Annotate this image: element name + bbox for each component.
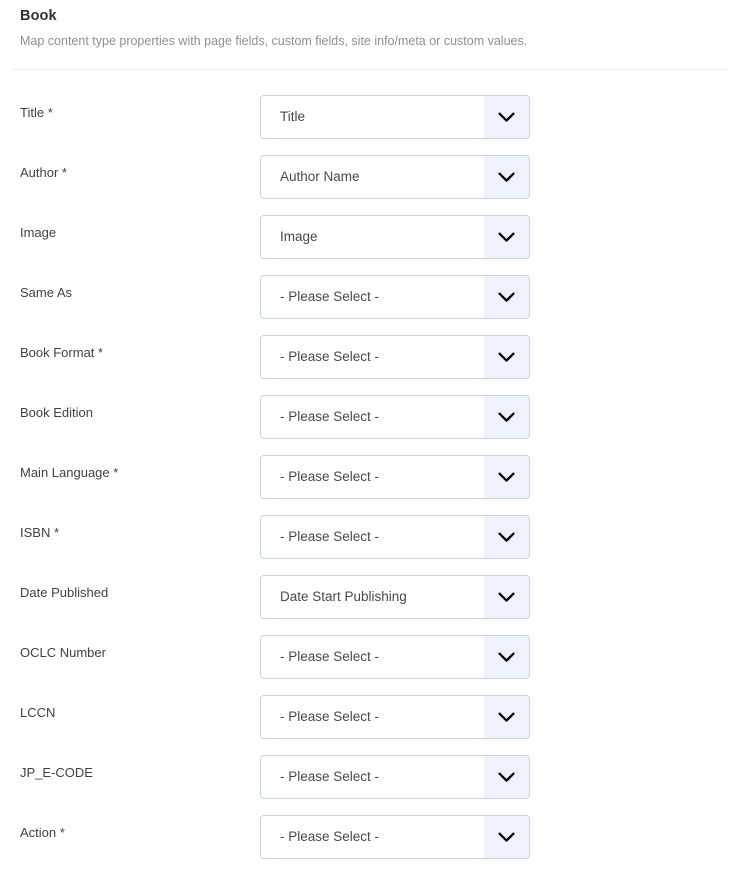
select-value-same-as: - Please Select -: [261, 276, 484, 318]
select-title[interactable]: Title: [260, 95, 530, 139]
field-label-date-published: Date Published: [20, 585, 109, 600]
field-label-lccn: LCCN: [20, 705, 56, 720]
form-row-title: Title * Title: [0, 95, 750, 155]
select-main-language[interactable]: - Please Select -: [260, 455, 530, 499]
select-author[interactable]: Author Name: [260, 155, 530, 199]
form-row-book-format: Book Format * - Please Select -: [0, 335, 750, 395]
form-row-action: Action * - Please Select -: [0, 815, 750, 870]
form-row-lccn: LCCN - Please Select -: [0, 695, 750, 755]
chevron-down-icon[interactable]: [484, 456, 529, 498]
select-value-title: Title: [261, 96, 484, 138]
select-book-edition[interactable]: - Please Select -: [260, 395, 530, 439]
select-value-oclc-number: - Please Select -: [261, 636, 484, 678]
form-row-isbn: ISBN * - Please Select -: [0, 515, 750, 575]
chevron-down-icon[interactable]: [484, 96, 529, 138]
select-jp-e-code[interactable]: - Please Select -: [260, 755, 530, 799]
chevron-down-icon[interactable]: [484, 216, 529, 258]
select-oclc-number[interactable]: - Please Select -: [260, 635, 530, 679]
field-label-jp-e-code: JP_E-CODE: [20, 765, 93, 780]
select-value-jp-e-code: - Please Select -: [261, 756, 484, 798]
select-value-book-format: - Please Select -: [261, 336, 484, 378]
select-value-image: Image: [261, 216, 484, 258]
chevron-down-icon[interactable]: [484, 696, 529, 738]
select-value-date-published: Date Start Publishing: [261, 576, 484, 618]
field-label-title: Title *: [20, 105, 53, 120]
select-isbn[interactable]: - Please Select -: [260, 515, 530, 559]
field-label-same-as: Same As: [20, 285, 73, 300]
field-label-book-format: Book Format *: [20, 345, 104, 360]
form-row-author: Author * Author Name: [0, 155, 750, 215]
select-value-book-edition: - Please Select -: [261, 396, 484, 438]
chevron-down-icon[interactable]: [484, 396, 529, 438]
field-label-image: Image: [20, 225, 57, 240]
chevron-down-icon[interactable]: [484, 336, 529, 378]
chevron-down-icon[interactable]: [484, 756, 529, 798]
select-value-action: - Please Select -: [261, 816, 484, 858]
select-date-published[interactable]: Date Start Publishing: [260, 575, 530, 619]
field-label-action: Action *: [20, 825, 65, 840]
field-label-isbn: ISBN *: [20, 525, 60, 540]
chevron-down-icon[interactable]: [484, 156, 529, 198]
select-value-lccn: - Please Select -: [261, 696, 484, 738]
form-row-date-published: Date Published Date Start Publishing: [0, 575, 750, 635]
field-label-oclc-number: OCLC Number: [20, 645, 106, 660]
panel-description: Map content type properties with page fi…: [20, 34, 528, 48]
chevron-down-icon[interactable]: [484, 576, 529, 618]
select-action[interactable]: - Please Select -: [260, 815, 530, 859]
chevron-down-icon[interactable]: [484, 276, 529, 318]
select-image[interactable]: Image: [260, 215, 530, 259]
select-value-main-language: - Please Select -: [261, 456, 484, 498]
form-row-jp-e-code: JP_E-CODE - Please Select -: [0, 755, 750, 815]
field-label-author: Author *: [20, 165, 67, 180]
panel-header: Book Map content type properties with pa…: [0, 0, 750, 50]
form-row-same-as: Same As - Please Select -: [0, 275, 750, 335]
chevron-down-icon[interactable]: [484, 636, 529, 678]
chevron-down-icon[interactable]: [484, 816, 529, 858]
field-label-book-edition: Book Edition: [20, 405, 93, 420]
page-title: Book: [20, 8, 57, 24]
select-lccn[interactable]: - Please Select -: [260, 695, 530, 739]
select-value-isbn: - Please Select -: [261, 516, 484, 558]
select-same-as[interactable]: - Please Select -: [260, 275, 530, 319]
form-row-main-language: Main Language * - Please Select -: [0, 455, 750, 515]
form-row-oclc-number: OCLC Number - Please Select -: [0, 635, 750, 695]
form-row-book-edition: Book Edition - Please Select -: [0, 395, 750, 455]
field-mapping-form: Title * Title Author * Author Name Image Imag…: [0, 70, 750, 870]
book-mapping-panel: Book Map content type properties with pa…: [0, 0, 750, 870]
chevron-down-icon[interactable]: [484, 516, 529, 558]
select-value-author: Author Name: [261, 156, 484, 198]
select-book-format[interactable]: - Please Select -: [260, 335, 530, 379]
field-label-main-language: Main Language *: [20, 465, 119, 480]
form-row-image: Image Image: [0, 215, 750, 275]
